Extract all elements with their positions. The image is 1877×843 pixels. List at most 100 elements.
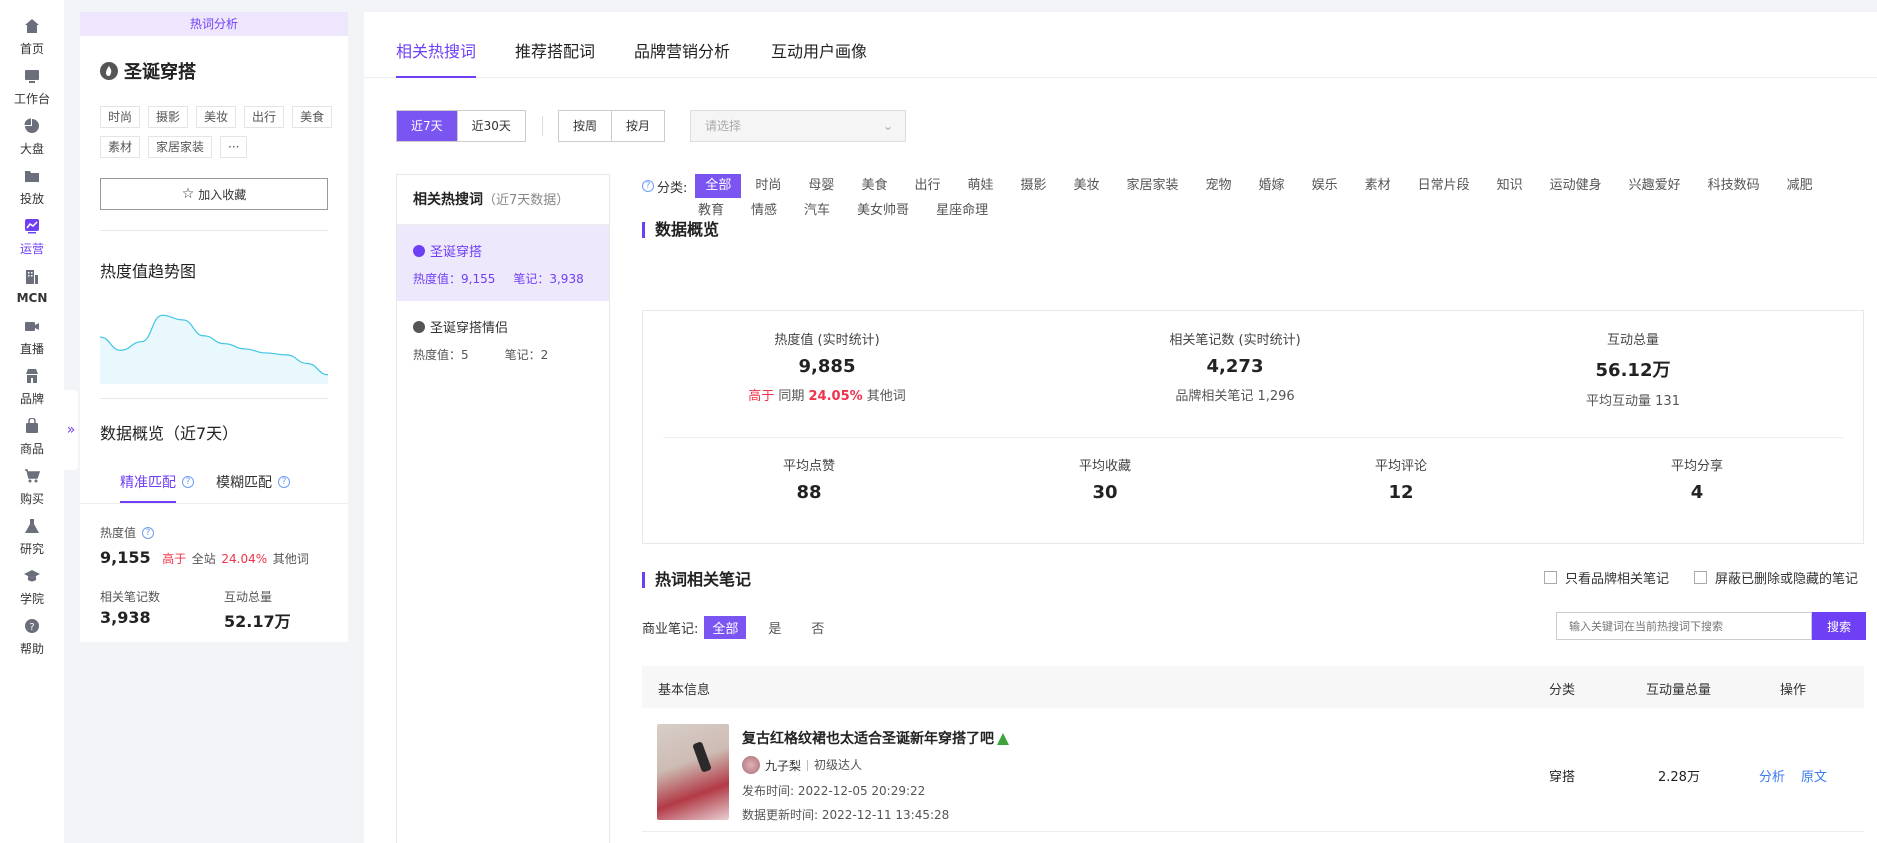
add-favorite-button[interactable]: ☆ 加入收藏 <box>100 178 328 210</box>
search-input[interactable] <box>1556 612 1812 640</box>
question-icon[interactable]: ? <box>642 180 654 192</box>
by-week-button[interactable]: 按周 <box>559 111 612 141</box>
biz-yes-option[interactable]: 是 <box>768 618 781 637</box>
tag[interactable]: 出行 <box>244 106 285 128</box>
analyze-link[interactable]: 分析 <box>1759 766 1785 785</box>
main-content: 相关热搜词 推荐搭配词 品牌营销分析 互动用户画像 近7天 近30天 按周 按月… <box>364 12 1877 843</box>
tab-exact-match[interactable]: 精准匹配? <box>120 472 194 492</box>
category-chip[interactable]: 情感 <box>751 199 777 223</box>
category-chip[interactable]: 科技数码 <box>1708 174 1760 198</box>
avatar[interactable] <box>742 756 760 774</box>
category-chip[interactable]: 家居家装 <box>1127 174 1179 198</box>
category-chip[interactable]: 星座命理 <box>936 199 988 223</box>
category-chip[interactable]: 汽车 <box>804 199 830 223</box>
nav-item-home[interactable]: 首页 <box>0 8 64 64</box>
nav-item-operations[interactable]: 运营 <box>0 208 64 264</box>
nav-item-goods[interactable]: 商品 <box>0 408 64 464</box>
category-chip[interactable]: 美食 <box>861 174 887 198</box>
biz-no-option[interactable]: 否 <box>811 618 824 637</box>
origin-link[interactable]: 原文 <box>1801 766 1827 785</box>
category-chip[interactable]: 摄影 <box>1020 174 1046 198</box>
category-chip[interactable]: 娱乐 <box>1312 174 1338 198</box>
pie-chart-icon <box>22 116 42 136</box>
range-7d-button[interactable]: 近7天 <box>397 111 457 141</box>
nav-expand-toggle[interactable]: » <box>64 390 78 470</box>
category-chip[interactable]: 美女帅哥 <box>857 199 909 223</box>
keyword-title: 圣诞穿搭 <box>100 58 196 84</box>
keyword-panel: 热词分析 圣诞穿搭 时尚 摄影 美妆 出行 美食 素材 家居家装 ··· ☆ 加… <box>80 12 348 642</box>
tab-recommended-pairings[interactable]: 推荐搭配词 <box>515 38 595 62</box>
tab-brand-marketing[interactable]: 品牌营销分析 <box>634 38 730 62</box>
tab-user-profile[interactable]: 互动用户画像 <box>771 38 867 62</box>
category-chip[interactable]: 时尚 <box>755 174 781 198</box>
overview-heat: 热度值 (实时统计) 9,885 高于 同期 24.05% 其他词 <box>727 329 927 404</box>
tag[interactable]: 素材 <box>100 136 141 158</box>
note-thumbnail[interactable] <box>657 724 729 820</box>
nav-item-purchase[interactable]: 购买 <box>0 458 64 514</box>
note-title[interactable]: 复古红格纹裙也太适合圣诞新年穿搭了吧 <box>742 728 1009 748</box>
overview-card: 热度值 (实时统计) 9,885 高于 同期 24.05% 其他词 相关笔记数 … <box>642 310 1864 544</box>
nav-item-delivery[interactable]: 投放 <box>0 158 64 214</box>
by-month-button[interactable]: 按月 <box>611 111 665 141</box>
question-icon[interactable]: ? <box>182 476 194 488</box>
tab-related-hot-search[interactable]: 相关热搜词 <box>396 38 476 62</box>
tag[interactable]: 美食 <box>292 106 333 128</box>
category-all[interactable]: 全部 <box>695 174 742 198</box>
category-label: ? 分类: <box>642 177 687 196</box>
overview-notes-label: 相关笔记数 (实时统计) <box>1169 333 1301 348</box>
nav-item-academy[interactable]: 学院 <box>0 558 64 614</box>
tag[interactable]: 时尚 <box>100 106 141 128</box>
divider <box>100 398 328 399</box>
nav-item-research[interactable]: 研究 <box>0 508 64 564</box>
category-chip[interactable]: 知识 <box>1497 174 1523 198</box>
question-icon[interactable]: ? <box>142 526 155 539</box>
more-tags-button[interactable]: ··· <box>220 136 248 158</box>
nav-label: 学院 <box>19 591 44 606</box>
publish-time: 发布时间: 2022-12-05 20:29:22 <box>742 784 926 798</box>
question-icon[interactable]: ? <box>278 476 290 488</box>
category-chip[interactable]: 婚嫁 <box>1259 174 1285 198</box>
tab-fuzzy-match[interactable]: 模糊匹配? <box>216 472 290 492</box>
hide-deleted-checkbox[interactable]: 屏蔽已删除或隐藏的笔记 <box>1694 568 1858 587</box>
keyword-name: 圣诞穿搭 <box>430 245 483 260</box>
category-chip[interactable]: 出行 <box>914 174 940 198</box>
search-button[interactable]: 搜索 <box>1812 612 1866 640</box>
keyword-list-item[interactable]: 圣诞穿搭情侣 热度值：5 笔记：2 <box>397 301 609 377</box>
category-row: ? 分类: 全部 时尚 母婴 美食 出行 萌娃 摄影 美妆 家居家装 宠物 婚嫁 娱乐 素材 日常片段 知识 运… <box>642 174 1840 198</box>
nav-item-live[interactable]: 直播 <box>0 308 64 364</box>
nav-item-help[interactable]: ? 帮助 <box>0 608 64 664</box>
heat-compare-pct: 24.04% <box>221 552 268 566</box>
category-chip[interactable]: 宠物 <box>1206 174 1232 198</box>
category-chip[interactable]: 日常片段 <box>1418 174 1470 198</box>
overview-7d-title: 数据概览（近7天） <box>100 424 239 443</box>
period-select[interactable]: 请选择 ⌄ <box>690 110 906 142</box>
tag[interactable]: 家居家装 <box>148 136 213 158</box>
brand-notes-checkbox[interactable]: 只看品牌相关笔记 <box>1544 568 1669 587</box>
category-chip[interactable]: 兴趣爱好 <box>1629 174 1681 198</box>
range-toggle: 近7天 近30天 <box>396 110 526 142</box>
checkbox[interactable] <box>1544 571 1557 584</box>
nav-item-workbench[interactable]: 工作台 <box>0 58 64 114</box>
checkbox[interactable] <box>1694 571 1707 584</box>
biz-all-option[interactable]: 全部 <box>704 616 747 639</box>
trend-area <box>100 315 328 384</box>
category-chip[interactable]: 素材 <box>1365 174 1391 198</box>
tag[interactable]: 摄影 <box>148 106 189 128</box>
nav-item-dashboard[interactable]: 大盘 <box>0 108 64 164</box>
category-chip[interactable]: 运动健身 <box>1550 174 1602 198</box>
category-chip[interactable]: 母婴 <box>808 174 834 198</box>
tag[interactable]: 美妆 <box>196 106 237 128</box>
col-basic-info: 基本信息 <box>658 683 711 698</box>
overview-interact: 互动总量 56.12万 平均互动量 131 <box>1533 329 1733 409</box>
category-chip[interactable]: 萌娃 <box>967 174 993 198</box>
overview-avg-interact: 平均互动量 131 <box>1586 394 1680 409</box>
nav-item-brand[interactable]: 品牌 <box>0 358 64 414</box>
heat-value-row: 9,155 高于 全站 24.04% 其他词 <box>100 548 309 567</box>
category-chip[interactable]: 美妆 <box>1074 174 1100 198</box>
heat-label-row: 热度值 ? <box>100 524 155 541</box>
keyword-list-item[interactable]: 圣诞穿搭 热度值：9,155 笔记：3,938 <box>397 225 609 301</box>
range-30d-button[interactable]: 近30天 <box>456 111 525 141</box>
nav-item-mcn[interactable]: MCN <box>0 258 64 314</box>
author-name[interactable]: 九子梨 <box>765 757 801 774</box>
category-chip[interactable]: 减肥 <box>1787 174 1813 198</box>
